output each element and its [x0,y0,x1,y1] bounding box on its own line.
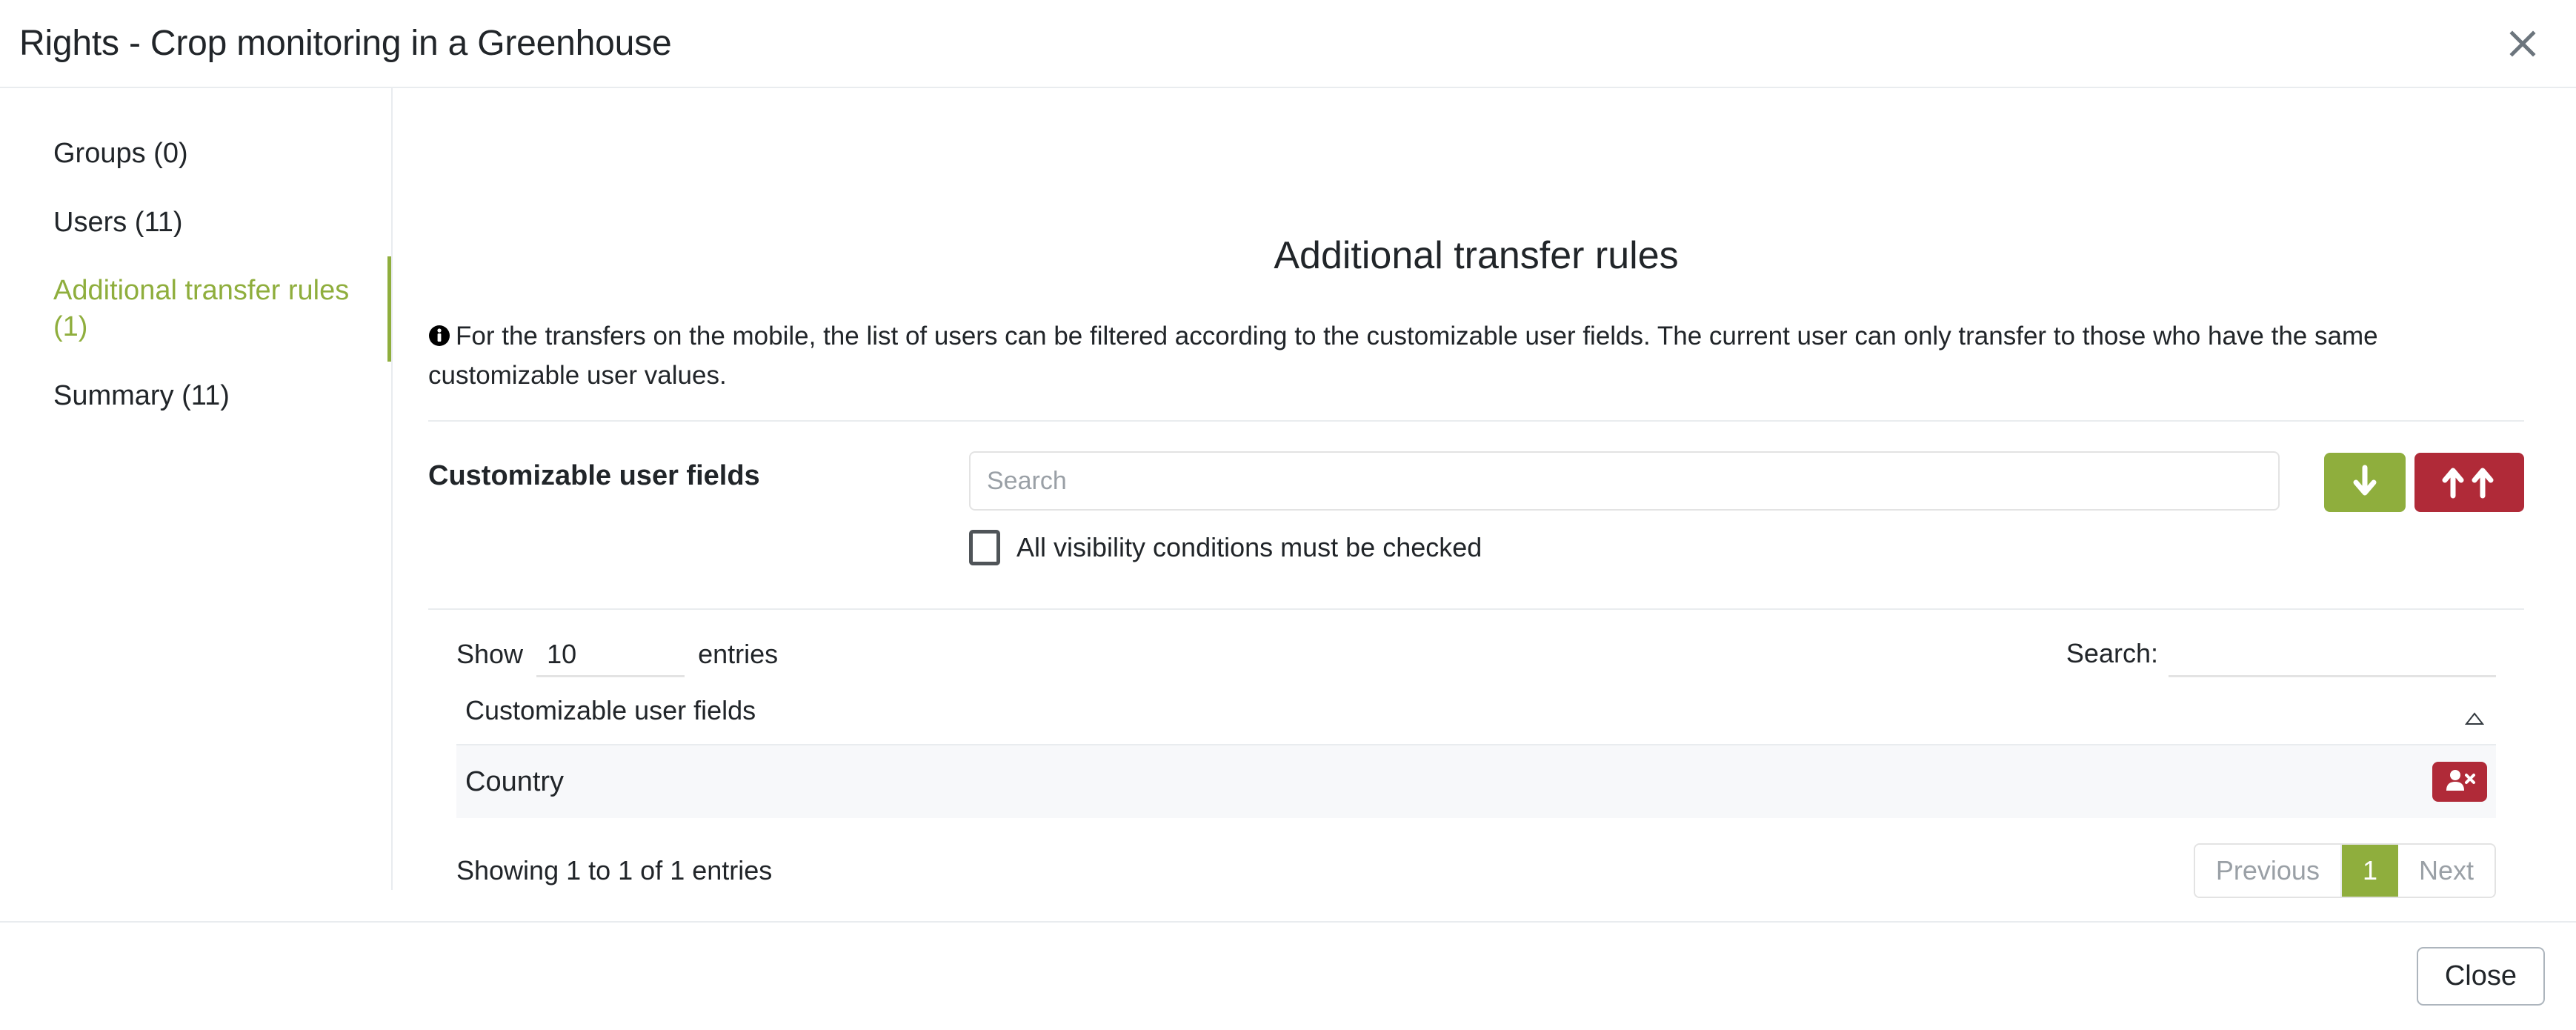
close-x-icon[interactable] [2500,21,2545,66]
visibility-conditions-row: All visibility conditions must be checke… [969,530,2280,566]
section-title: Additional transfer rules [1274,234,1679,277]
caret-up-icon [2464,701,2485,732]
table-controls: Show 10 25 50 100 entries Search: [428,610,2524,685]
search-input[interactable] [969,451,2280,511]
table-search-input[interactable] [2169,638,2496,678]
sidebar-item-label: Groups (0) [53,138,188,169]
modal-header: Rights - Crop monitoring in a Greenhouse [0,0,2576,88]
showing-entries-info: Showing 1 to 1 of 1 entries [456,855,773,886]
pagination-page-1[interactable]: 1 [2341,845,2398,897]
pagination-previous[interactable]: Previous [2194,845,2342,897]
page-length-control: Show 10 25 50 100 entries [456,638,779,677]
cell-field-name: Country [456,745,1713,819]
remove-all-fields-button[interactable] [2414,453,2524,513]
table-row[interactable]: Country [456,745,2496,819]
filter-label: Customizable user fields [428,460,760,492]
info-circle-icon [428,320,450,357]
column-header-customizable-user-fields[interactable]: Customizable user fields [456,685,2496,746]
sidebar-item-groups[interactable]: Groups (0) [0,119,393,188]
table-body: Country [456,745,2496,819]
filter-action-buttons [2324,451,2524,513]
modal-body: Groups (0) Users (11) Additional transfe… [0,88,2576,921]
fields-table-section: Show 10 25 50 100 entries Search: [428,608,2524,899]
show-label: Show [456,638,524,669]
add-field-button[interactable] [2324,453,2406,513]
pagination: Previous 1 Next [2193,843,2496,899]
user-remove-icon-button[interactable] [2432,762,2487,803]
table-header-row: Customizable user fields [456,685,2496,746]
modal-footer: Close [0,921,2576,1030]
customizable-fields-filter: Customizable user fields All visibility … [428,422,2524,566]
sidebar: Groups (0) Users (11) Additional transfe… [0,88,393,921]
sidebar-item-summary[interactable]: Summary (11) [0,362,393,431]
cell-actions [1712,745,2496,819]
content-panel: Additional transfer rules For the transf… [393,88,2576,921]
double-arrow-up-icon [2436,465,2503,501]
rights-modal: Rights - Crop monitoring in a Greenhouse… [0,0,2576,1030]
table-search-control: Search: [2066,638,2524,678]
sidebar-item-additional-transfer-rules[interactable]: Additional transfer rules (1) [0,256,393,362]
entries-label: entries [698,638,779,669]
table-search-label: Search: [2066,638,2158,669]
all-visibility-conditions-label: All visibility conditions must be checke… [1016,532,1482,563]
sidebar-item-label: Summary (11) [53,379,230,411]
column-header-label: Customizable user fields [465,695,756,726]
table-head: Customizable user fields [456,685,2496,746]
table-footer: Showing 1 to 1 of 1 entries Previous 1 N… [428,818,2524,899]
sidebar-item-label: Additional transfer rules (1) [53,275,350,342]
filter-controls: All visibility conditions must be checke… [969,451,2324,566]
page-length-select[interactable]: 10 25 50 100 [536,638,685,677]
sidebar-item-label: Users (11) [53,206,183,238]
info-hint-text: For the transfers on the mobile, the lis… [428,322,2378,390]
info-hint: For the transfers on the mobile, the lis… [428,318,2524,393]
arrow-down-icon [2349,465,2381,501]
all-visibility-conditions-checkbox[interactable] [969,530,1000,566]
fields-table: Customizable user fields Country [456,685,2496,819]
sidebar-item-users[interactable]: Users (11) [0,188,393,257]
page-title: Rights - Crop monitoring in a Greenhouse [19,24,672,63]
close-button[interactable]: Close [2416,947,2545,1006]
user-remove-icon [2443,768,2476,796]
pagination-next[interactable]: Next [2397,845,2495,897]
